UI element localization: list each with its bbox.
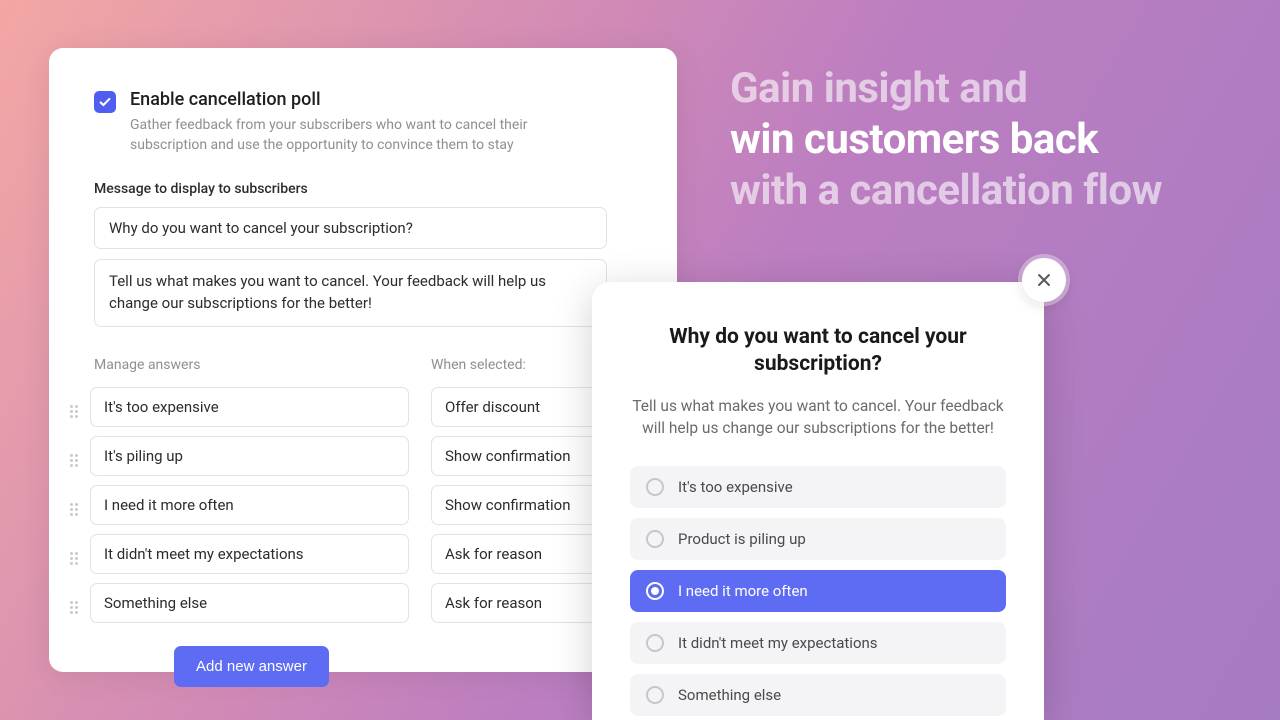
drag-handle-icon[interactable] (70, 549, 82, 567)
option-label: Something else (678, 686, 781, 704)
headline-line2: win customers back (730, 115, 1098, 164)
answer-input[interactable]: Something else (90, 583, 409, 623)
marketing-headline: Gain insight and win customers back with… (730, 63, 1250, 217)
checkmark-icon (98, 95, 112, 109)
popup-title: Why do you want to cancel your subscript… (668, 324, 968, 379)
answer-input[interactable]: It didn't meet my expectations (90, 534, 409, 574)
cancel-option[interactable]: It's too expensive (630, 466, 1006, 508)
radio-icon (646, 478, 664, 496)
add-answer-button[interactable]: Add new answer (174, 646, 329, 687)
admin-settings-card: Enable cancellation poll Gather feedback… (49, 48, 677, 672)
close-button[interactable] (1022, 258, 1066, 302)
drag-handle-icon[interactable] (70, 451, 82, 469)
popup-options: It's too expensive Product is piling up … (630, 466, 1006, 716)
message-section-label: Message to display to subscribers (94, 181, 632, 197)
option-label: Product is piling up (678, 530, 806, 548)
option-label: It's too expensive (678, 478, 793, 496)
message-body-input[interactable]: Tell us what makes you want to cancel. Y… (94, 259, 607, 327)
answer-input[interactable]: I need it more often (90, 485, 409, 525)
drag-handle-icon[interactable] (70, 402, 82, 420)
enable-poll-checkbox[interactable] (94, 91, 116, 113)
manage-answers-label: Manage answers (94, 357, 409, 373)
answer-input[interactable]: It's too expensive (90, 387, 409, 427)
cancel-option[interactable]: It didn't meet my expectations (630, 622, 1006, 664)
enable-poll-title: Enable cancellation poll (130, 89, 530, 110)
cancel-option[interactable]: Product is piling up (630, 518, 1006, 560)
close-icon (1036, 272, 1052, 288)
cancel-option[interactable]: I need it more often (630, 570, 1006, 612)
option-label: I need it more often (678, 582, 808, 600)
drag-handle-icon[interactable] (70, 598, 82, 616)
enable-poll-subtitle: Gather feedback from your subscribers wh… (130, 116, 530, 155)
drag-handle-icon[interactable] (70, 500, 82, 518)
radio-icon (646, 634, 664, 652)
radio-icon (646, 530, 664, 548)
popup-subtitle: Tell us what makes you want to cancel. Y… (630, 395, 1006, 440)
headline-line3: with a cancellation flow (730, 166, 1162, 215)
headline-line1: Gain insight and (730, 64, 1027, 113)
radio-icon (646, 686, 664, 704)
message-title-input[interactable]: Why do you want to cancel your subscript… (94, 207, 607, 249)
option-label: It didn't meet my expectations (678, 634, 878, 652)
cancellation-popup: Why do you want to cancel your subscript… (592, 282, 1044, 720)
answer-input[interactable]: It's piling up (90, 436, 409, 476)
cancel-option[interactable]: Something else (630, 674, 1006, 716)
radio-icon (646, 582, 664, 600)
